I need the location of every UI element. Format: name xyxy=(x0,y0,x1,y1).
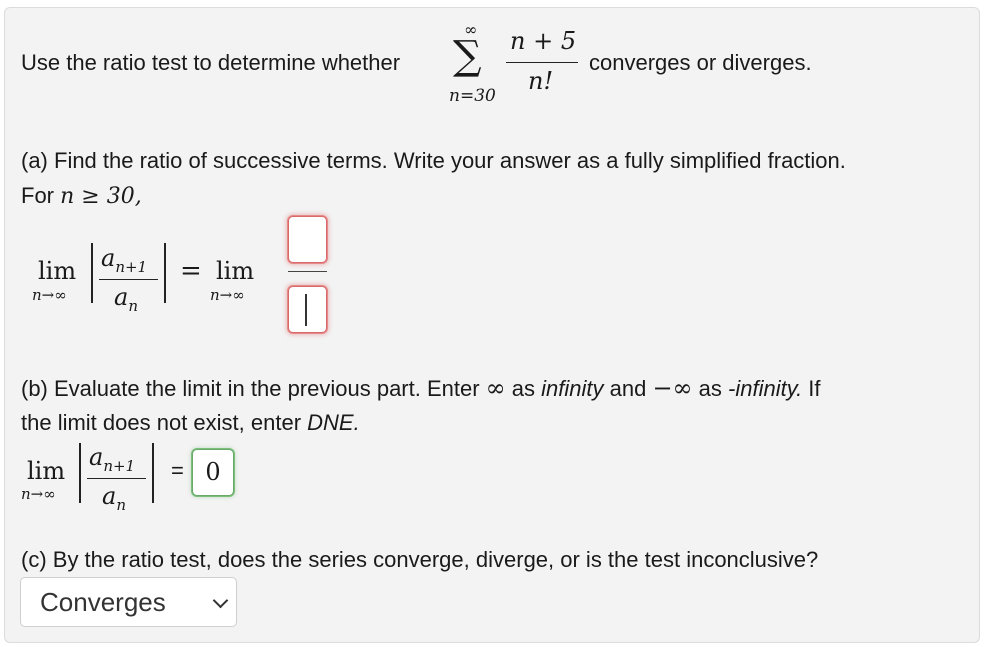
denominator-answer-input[interactable] xyxy=(288,286,327,333)
ratio-b-fraction-bar xyxy=(87,478,146,479)
outro-text: converges or diverges. xyxy=(589,50,812,75)
ratio-b-denominator: an xyxy=(102,482,126,514)
term-denominator: n! xyxy=(528,67,554,95)
sum-lower-limit: n=30 xyxy=(449,86,496,106)
ratio-numerator: an+1 xyxy=(101,244,148,276)
lim-word-a-right: lim xyxy=(216,257,255,285)
lim-sub-a-right: n→∞ xyxy=(210,286,245,304)
limit-answer-input[interactable]: 0 xyxy=(192,449,234,496)
equals-sign-b: = xyxy=(171,458,184,483)
abs-bar-b-left xyxy=(79,443,81,503)
lim-sub-b: n→∞ xyxy=(21,485,56,503)
dne-word: DNE. xyxy=(307,410,360,435)
ratio-denominator: an xyxy=(114,283,138,315)
text-cursor xyxy=(305,294,307,326)
abs-bar-right xyxy=(164,243,166,303)
answer-fraction-bar xyxy=(288,271,327,272)
lim-word-a-left: lim xyxy=(38,257,77,285)
infinity-symbol: ∞ xyxy=(485,374,506,402)
lim-sub-a-left: n→∞ xyxy=(32,286,67,304)
abs-bar-b-right xyxy=(152,443,154,503)
infinity-word: infinity xyxy=(541,376,604,401)
part-b-instructions-line2: the limit does not exist, enter DNE. xyxy=(21,410,360,435)
numerator-answer-input[interactable] xyxy=(288,216,327,263)
abs-bar-left xyxy=(91,243,93,303)
part-a-instructions: (a) Find the ratio of successive terms. … xyxy=(21,148,846,173)
neg-infinity-word: -infinity. xyxy=(728,376,803,401)
ratio-fraction-bar xyxy=(99,279,158,280)
ratio-b-numerator: an+1 xyxy=(89,443,136,475)
equals-sign-a: = xyxy=(180,256,202,286)
converge-diverge-select[interactable]: Converges xyxy=(20,577,237,627)
condition-expression: n ≥ 30, xyxy=(60,184,142,209)
term-fraction-bar xyxy=(506,62,578,63)
selected-option: Converges xyxy=(40,587,166,617)
term-numerator: n + 5 xyxy=(510,27,577,55)
lim-word-b: lim xyxy=(27,457,66,485)
part-b-instructions-line1: (b) Evaluate the limit in the previous p… xyxy=(21,374,821,402)
sum-symbol: ∑ xyxy=(453,33,482,79)
neg-infinity-symbol: −∞ xyxy=(652,374,693,402)
chevron-down-icon xyxy=(212,592,229,609)
intro-text: Use the ratio test to determine whether xyxy=(21,50,401,75)
part-a-condition-line: For n ≥ 30, xyxy=(21,182,142,211)
condition-prefix: For xyxy=(21,183,61,208)
part-c-question: (c) By the ratio test, does the series c… xyxy=(21,547,819,572)
